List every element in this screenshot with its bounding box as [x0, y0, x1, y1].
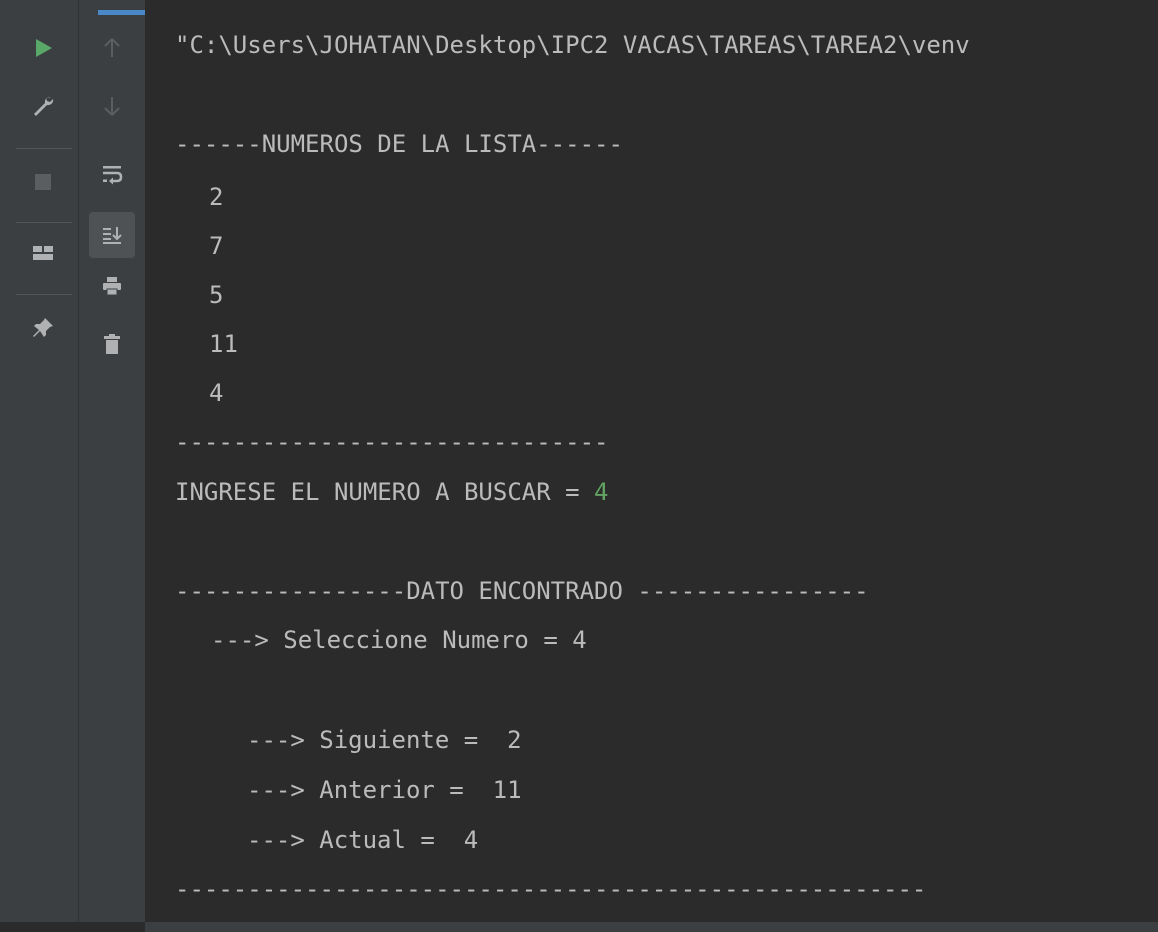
- user-input-value: 4: [594, 478, 609, 506]
- previous-occurrence-button[interactable]: [94, 30, 130, 66]
- trash-icon: [104, 334, 120, 354]
- search-prompt-label: INGRESE EL NUMERO A BUSCAR =: [175, 478, 595, 506]
- run-icon: [36, 39, 52, 57]
- current-line: ---> Actual = 4: [247, 826, 479, 854]
- wrench-icon: [34, 96, 54, 116]
- next-occurrence-button[interactable]: [94, 88, 130, 124]
- left-gutter: [0, 0, 10, 932]
- closing-divider: ----------------------------------------…: [175, 875, 927, 903]
- scroll-to-end-button[interactable]: [89, 212, 135, 258]
- console-output[interactable]: "C:\Users\JOHATAN\Desktop\IPC2 VACAS\TAR…: [145, 0, 1158, 922]
- toolbar-divider: [16, 294, 72, 295]
- edit-configuration-button[interactable]: [25, 88, 61, 124]
- next-line: ---> Siguiente = 2: [247, 726, 522, 754]
- list-item: 5: [209, 281, 224, 309]
- run-toolbar-secondary: [79, 0, 145, 932]
- layout-icon: [33, 246, 53, 260]
- soft-wrap-button[interactable]: [94, 156, 130, 192]
- bottom-edge: [0, 922, 1158, 932]
- run-tool-window: "C:\Users\JOHATAN\Desktop\IPC2 VACAS\TAR…: [0, 0, 1158, 932]
- arrow-down-icon: [104, 97, 120, 116]
- pin-icon: [33, 318, 53, 337]
- list-item: 7: [209, 232, 224, 260]
- clear-all-button[interactable]: [94, 326, 130, 362]
- stop-icon: [35, 174, 51, 190]
- soft-wrap-icon: [103, 166, 123, 185]
- selected-number-line: ---> Seleccione Numero = 4: [211, 626, 587, 654]
- list-footer: ------------------------------: [175, 428, 609, 456]
- arrow-up-icon: [104, 38, 120, 57]
- list-header: ------NUMEROS DE LA LISTA------: [175, 130, 623, 158]
- command-line: "C:\Users\JOHATAN\Desktop\IPC2 VACAS\TAR…: [175, 31, 970, 59]
- rerun-button[interactable]: [25, 30, 61, 66]
- stop-button[interactable]: [25, 164, 61, 200]
- previous-line: ---> Anterior = 11: [247, 776, 522, 804]
- search-prompt: INGRESE EL NUMERO A BUSCAR = 4: [175, 477, 608, 507]
- toolbar-divider: [16, 148, 72, 149]
- list-item: 11: [209, 330, 238, 358]
- list-item: 2: [209, 183, 224, 211]
- list-item: 4: [209, 379, 224, 407]
- pin-tab-button[interactable]: [25, 310, 61, 346]
- run-toolbar-primary: [10, 0, 79, 932]
- print-icon: [103, 277, 121, 296]
- found-header: ----------------DATO ENCONTRADO --------…: [175, 577, 869, 605]
- scroll-to-end-icon: [103, 227, 122, 244]
- print-button[interactable]: [94, 268, 130, 304]
- layout-button[interactable]: [25, 236, 61, 272]
- toolbar-divider: [16, 222, 72, 223]
